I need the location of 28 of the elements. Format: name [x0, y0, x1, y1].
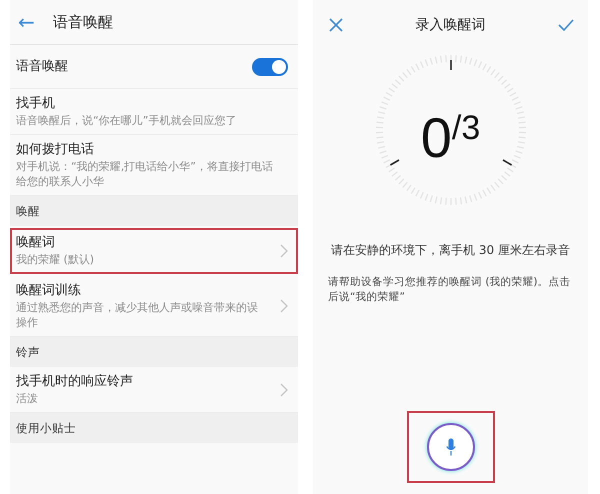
chevron-icon — [280, 382, 288, 396]
toggle-switch[interactable] — [252, 58, 288, 76]
close-button[interactable] — [327, 16, 345, 34]
screen-title: 语音唤醒 — [52, 12, 113, 32]
chevron-icon — [280, 244, 288, 258]
section-header: 使用小贴士 — [10, 413, 298, 443]
item-title: 找手机时的响应铃声 — [16, 373, 134, 391]
microphone-icon — [446, 438, 456, 456]
microphone-button[interactable] — [426, 423, 474, 471]
item-description: 活泼 — [16, 391, 39, 406]
item-title: 唤醒词 — [16, 234, 56, 252]
setting-label: 语音唤醒 — [16, 58, 68, 76]
item-description: 对手机说：“我的荣耀,打电话给小华”，将直接打电话给您的联系人小华 — [16, 159, 274, 189]
settings-item[interactable]: 唤醒词 我的荣耀 (默认) — [10, 228, 298, 274]
chevron-icon — [280, 299, 288, 313]
hint-text: 请帮助设备学习您推荐的唤醒词 (我的荣耀)。点击后说“我的荣耀” — [328, 275, 572, 305]
item-title: 如何拨打电话 — [16, 141, 95, 159]
item-title: 唤醒词训练 — [16, 282, 82, 300]
item-description: 我的荣耀 (默认) — [16, 252, 96, 267]
screen-title: 录入唤醒词 — [416, 16, 486, 34]
item-description: 通过熟悉您的声音，减少其他人声或噪音带来的误操作 — [16, 300, 259, 330]
section-header: 铃声 — [10, 337, 298, 367]
section-header: 唤醒 — [10, 196, 298, 226]
item-title: 找手机 — [16, 95, 56, 113]
confirm-button[interactable] — [556, 17, 576, 33]
progress-counter: 0$^{/3}$ — [420, 105, 480, 168]
instruction-text: 请在安静的环境下，离手机 30 厘米左右录音 — [331, 242, 570, 259]
item-description: 语音唤醒后，说“你在哪儿”手机就会回应您了 — [16, 113, 238, 128]
